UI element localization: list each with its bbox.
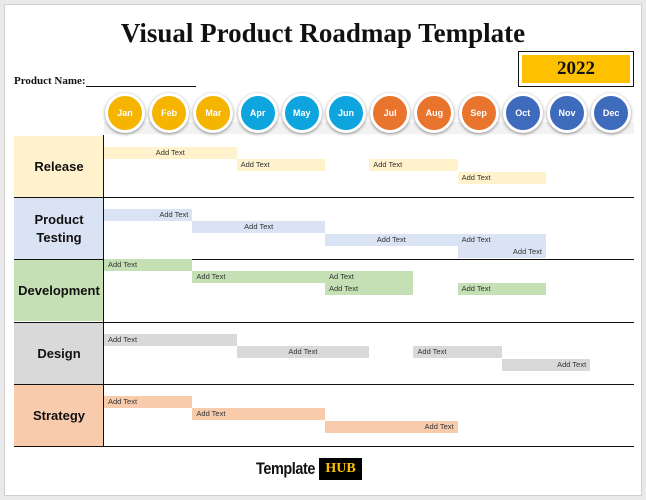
month-oct: Oct (502, 93, 543, 133)
roadmap-bar[interactable]: Ad Text (325, 271, 414, 283)
product-name-label: Product Name: (14, 75, 86, 87)
row-label-text: Product Testing (34, 211, 84, 245)
month-jan: Jan (105, 93, 145, 133)
month-jul: Jul (370, 93, 411, 133)
grid-line (14, 197, 634, 198)
roadmap-bar[interactable]: Add Text (413, 346, 502, 359)
year-box: 2022 (518, 51, 634, 87)
roadmap-bar[interactable]: Add Text (457, 283, 546, 296)
roadmap-bar[interactable]: Add Text (104, 209, 193, 221)
month-nov: Nov (547, 93, 587, 133)
month-apr: Apr (237, 93, 278, 133)
row-label-design: Design (14, 323, 104, 384)
row-label-strategy: Strategy (14, 385, 104, 446)
row-label-text: Design (37, 345, 81, 361)
roadmap-bar[interactable]: Add Text (236, 159, 325, 172)
roadmap-bar[interactable]: Add Text (104, 258, 193, 271)
row-label-product-testing: Product Testing (14, 198, 104, 259)
roadmap-bar[interactable]: Add Text (192, 408, 325, 421)
page-title: Visual Product Roadmap Template (120, 18, 526, 48)
roadmap-bar[interactable]: Add Text (192, 221, 325, 234)
row-label-text: Strategy (32, 407, 86, 423)
month-jun: Jun (326, 93, 366, 133)
roadmap-bar[interactable]: Add Text (104, 334, 237, 346)
grid-divider (103, 135, 104, 446)
roadmap-bar[interactable]: Add Text (369, 159, 458, 172)
roadmap-bar[interactable]: Add Text (457, 233, 546, 246)
roadmap-bar[interactable]: Add Text (236, 346, 370, 359)
month-dec: Dec (591, 93, 632, 133)
month-sep: Sep (458, 93, 499, 133)
row-label-release: Release (14, 136, 104, 197)
row-label-text: Release (34, 158, 84, 174)
row-label-text: Development (18, 282, 100, 298)
grid-line (14, 322, 634, 323)
roadmap-bar[interactable]: Add Text (325, 420, 458, 433)
logo-text: Template (256, 459, 315, 478)
roadmap-bar[interactable]: Add Text (457, 245, 546, 258)
grid-line (14, 446, 634, 447)
roadmap-bar[interactable]: Add Text (325, 233, 458, 246)
product-name-field[interactable] (86, 86, 196, 87)
month-may: May (281, 93, 322, 133)
roadmap-bar[interactable]: Add Text (325, 283, 414, 296)
grid-line (14, 384, 634, 385)
template-hub-logo: Template HUB (256, 458, 362, 480)
logo-badge: HUB (319, 458, 362, 480)
roadmap-bar[interactable]: Add Text (104, 147, 237, 159)
year-value: 2022 (522, 55, 630, 83)
row-label-development: Development (14, 260, 104, 321)
roadmap-bar[interactable]: Add Text (501, 358, 591, 371)
roadmap-bar[interactable]: Add Text (104, 396, 193, 408)
roadmap-bar[interactable]: Add Text (457, 171, 546, 184)
month-feb: Feb (149, 93, 190, 133)
